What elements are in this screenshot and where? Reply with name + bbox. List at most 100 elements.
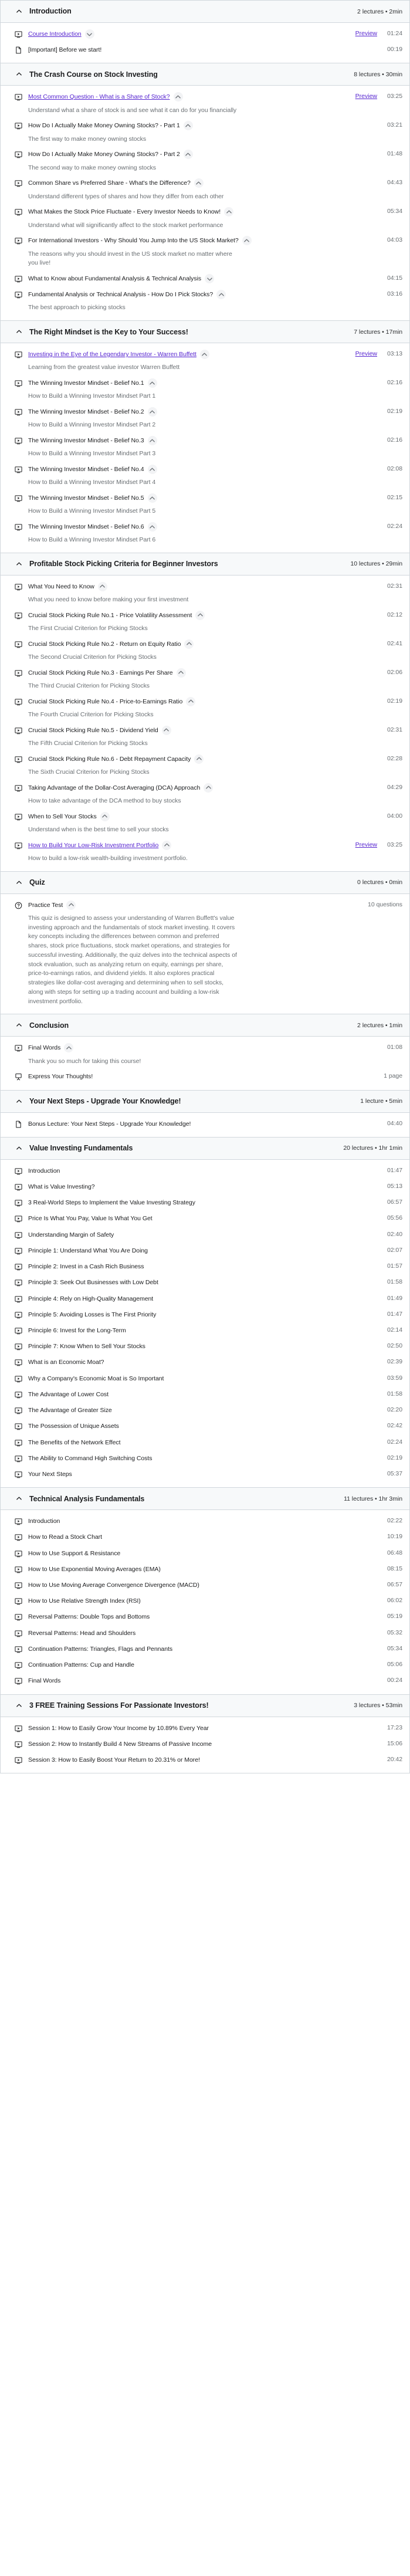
lecture-row[interactable]: Session 3: How to Easily Boost Your Retu… bbox=[1, 1752, 409, 1768]
lecture-row[interactable]: Bonus Lecture: Your Next Steps - Upgrade… bbox=[1, 1116, 409, 1132]
lecture-row[interactable]: The Winning Investor Mindset - Belief No… bbox=[1, 490, 409, 506]
lecture-row[interactable]: Crucial Stock Picking Rule No.3 - Earnin… bbox=[1, 665, 409, 681]
chevron-up-icon[interactable] bbox=[64, 1043, 74, 1053]
chevron-up-icon[interactable] bbox=[186, 696, 196, 706]
lecture-row[interactable]: The Ability to Command High Switching Co… bbox=[1, 1451, 409, 1467]
lecture-row[interactable]: Principle 5: Avoiding Losses is The Firs… bbox=[1, 1307, 409, 1323]
lecture-row[interactable]: Introduction 02:22 bbox=[1, 1514, 409, 1529]
lecture-row[interactable]: For International Investors - Why Should… bbox=[1, 233, 409, 249]
lecture-row[interactable]: Continuation Patterns: Triangles, Flags … bbox=[1, 1641, 409, 1657]
lecture-row[interactable]: The Winning Investor Mindset - Belief No… bbox=[1, 404, 409, 420]
lecture-row[interactable]: Continuation Patterns: Cup and Handle 05:… bbox=[1, 1657, 409, 1673]
chevron-up-icon[interactable] bbox=[15, 1144, 23, 1152]
chevron-up-icon[interactable] bbox=[15, 1701, 23, 1710]
chevron-up-icon[interactable] bbox=[15, 8, 23, 16]
chevron-up-icon[interactable] bbox=[195, 610, 205, 620]
lecture-row[interactable]: How to Use Exponential Moving Averages (… bbox=[1, 1562, 409, 1578]
chevron-up-icon[interactable] bbox=[161, 725, 171, 735]
lecture-row[interactable]: Taking Advantage of the Dollar-Cost Aver… bbox=[1, 780, 409, 796]
chevron-up-icon[interactable] bbox=[176, 668, 186, 678]
lecture-row[interactable]: The Winning Investor Mindset - Belief No… bbox=[1, 375, 409, 391]
lecture-title[interactable]: Course Introduction bbox=[28, 30, 82, 39]
section-header[interactable]: Your Next Steps - Upgrade Your Knowledge… bbox=[1, 1089, 409, 1113]
lecture-row[interactable]: Final Words 01:08 bbox=[1, 1040, 409, 1056]
preview-link[interactable]: Preview bbox=[355, 841, 377, 848]
chevron-up-icon[interactable] bbox=[162, 840, 172, 850]
lecture-row[interactable]: The Winning Investor Mindset - Belief No… bbox=[1, 433, 409, 449]
chevron-up-icon[interactable] bbox=[147, 407, 157, 417]
lecture-row[interactable]: How Do I Actually Make Money Owning Stoc… bbox=[1, 147, 409, 163]
lecture-row[interactable]: Principle 2: Invest in a Cash Rich Busin… bbox=[1, 1259, 409, 1275]
chevron-up-icon[interactable] bbox=[15, 1097, 23, 1105]
chevron-down-icon[interactable] bbox=[205, 274, 215, 283]
lecture-row[interactable]: Crucial Stock Picking Rule No.4 - Price-… bbox=[1, 694, 409, 710]
lecture-row[interactable]: Practice Test 10 questions bbox=[1, 898, 409, 913]
lecture-row[interactable]: Principle 4: Rely on High-Quality Manage… bbox=[1, 1291, 409, 1307]
chevron-up-icon[interactable] bbox=[15, 1495, 23, 1503]
lecture-row[interactable]: Principle 1: Understand What You Are Doi… bbox=[1, 1243, 409, 1259]
section-header[interactable]: Quiz 0 lectures • 0min bbox=[1, 871, 409, 894]
lecture-row[interactable]: What to Know about Fundamental Analysis … bbox=[1, 271, 409, 287]
preview-link[interactable]: Preview bbox=[355, 350, 377, 357]
chevron-up-icon[interactable] bbox=[199, 350, 209, 360]
section-header[interactable]: Conclusion 2 lectures • 1min bbox=[1, 1014, 409, 1037]
chevron-up-icon[interactable] bbox=[183, 150, 193, 160]
lecture-row[interactable]: Principle 3: Seek Out Businesses with Lo… bbox=[1, 1275, 409, 1291]
preview-link[interactable]: Preview bbox=[355, 30, 377, 37]
lecture-row[interactable]: Crucial Stock Picking Rule No.2 - Return… bbox=[1, 637, 409, 652]
section-header[interactable]: Value Investing Fundamentals 20 lectures … bbox=[1, 1136, 409, 1160]
lecture-row[interactable]: What You Need to Know 02:31 bbox=[1, 579, 409, 595]
lecture-row[interactable]: Crucial Stock Picking Rule No.1 - Price … bbox=[1, 608, 409, 624]
lecture-row[interactable]: The Winning Investor Mindset - Belief No… bbox=[1, 519, 409, 535]
lecture-row[interactable]: Session 2: How to Instantly Build 4 New … bbox=[1, 1736, 409, 1752]
lecture-row[interactable]: The Possession of Unique Assets 02:42 bbox=[1, 1419, 409, 1434]
lecture-row[interactable]: What Makes the Stock Price Fluctuate - E… bbox=[1, 204, 409, 220]
lecture-row[interactable]: Reversal Patterns: Double Tops and Botto… bbox=[1, 1609, 409, 1625]
preview-link[interactable]: Preview bbox=[355, 93, 377, 100]
chevron-up-icon[interactable] bbox=[204, 783, 214, 793]
lecture-row[interactable]: The Advantage of Lower Cost 01:58 bbox=[1, 1387, 409, 1403]
chevron-up-icon[interactable] bbox=[194, 754, 204, 764]
lecture-row[interactable]: Principle 6: Invest for the Long-Term 02:… bbox=[1, 1323, 409, 1339]
section-header[interactable]: 3 FREE Training Sessions For Passionate … bbox=[1, 1694, 409, 1717]
chevron-up-icon[interactable] bbox=[224, 207, 234, 217]
lecture-row[interactable]: Price Is What You Pay, Value Is What You… bbox=[1, 1211, 409, 1227]
lecture-row[interactable]: What is an Economic Moat? 02:39 bbox=[1, 1355, 409, 1370]
lecture-row[interactable]: Final Words 00:24 bbox=[1, 1673, 409, 1689]
section-header[interactable]: The Right Mindset is the Key to Your Suc… bbox=[1, 320, 409, 344]
lecture-row[interactable]: The Winning Investor Mindset - Belief No… bbox=[1, 462, 409, 478]
lecture-row[interactable]: Fundamental Analysis or Technical Analys… bbox=[1, 287, 409, 303]
lecture-row[interactable]: Most Common Question - What is a Share o… bbox=[1, 89, 409, 105]
lecture-row[interactable]: The Advantage of Greater Size 02:20 bbox=[1, 1403, 409, 1419]
section-header[interactable]: The Crash Course on Stock Investing 8 lec… bbox=[1, 63, 409, 86]
lecture-row[interactable]: How to Use Support & Resistance 06:48 bbox=[1, 1546, 409, 1562]
lecture-row[interactable]: Reversal Patterns: Head and Shoulders 05:… bbox=[1, 1626, 409, 1641]
lecture-title[interactable]: How to Build Your Low-Risk Investment Po… bbox=[28, 841, 158, 850]
lecture-row[interactable]: Crucial Stock Picking Rule No.5 - Divide… bbox=[1, 723, 409, 739]
chevron-up-icon[interactable] bbox=[216, 290, 226, 300]
chevron-up-icon[interactable] bbox=[242, 236, 252, 246]
chevron-up-icon[interactable] bbox=[15, 878, 23, 886]
section-header[interactable]: Introduction 2 lectures • 2min bbox=[1, 0, 409, 23]
lecture-row[interactable]: How to Build Your Low-Risk Investment Po… bbox=[1, 838, 409, 854]
chevron-up-icon[interactable] bbox=[15, 328, 23, 336]
chevron-up-icon[interactable] bbox=[147, 493, 157, 503]
lecture-row[interactable]: How to Read a Stock Chart 10:19 bbox=[1, 1529, 409, 1545]
chevron-up-icon[interactable] bbox=[183, 121, 193, 131]
lecture-row[interactable]: Investing in the Eye of the Legendary In… bbox=[1, 347, 409, 363]
chevron-up-icon[interactable] bbox=[66, 900, 76, 910]
lecture-row[interactable]: Common Share vs Preferred Share - What's… bbox=[1, 175, 409, 191]
lecture-row[interactable]: Session 1: How to Easily Grow Your Incom… bbox=[1, 1721, 409, 1736]
lecture-row[interactable]: What is Value Investing? 05:13 bbox=[1, 1179, 409, 1195]
section-header[interactable]: Technical Analysis Fundamentals 11 lectur… bbox=[1, 1487, 409, 1511]
lecture-title[interactable]: Most Common Question - What is a Share o… bbox=[28, 93, 170, 101]
lecture-row[interactable]: How Do I Actually Make Money Owning Stoc… bbox=[1, 118, 409, 134]
chevron-up-icon[interactable] bbox=[15, 70, 23, 79]
chevron-up-icon[interactable] bbox=[147, 436, 157, 446]
chevron-down-icon[interactable] bbox=[84, 29, 94, 39]
chevron-up-icon[interactable] bbox=[15, 560, 23, 568]
lecture-row[interactable]: How to Use Moving Average Convergence Di… bbox=[1, 1578, 409, 1593]
chevron-up-icon[interactable] bbox=[173, 92, 183, 102]
chevron-up-icon[interactable] bbox=[147, 378, 157, 388]
chevron-up-icon[interactable] bbox=[147, 465, 157, 475]
